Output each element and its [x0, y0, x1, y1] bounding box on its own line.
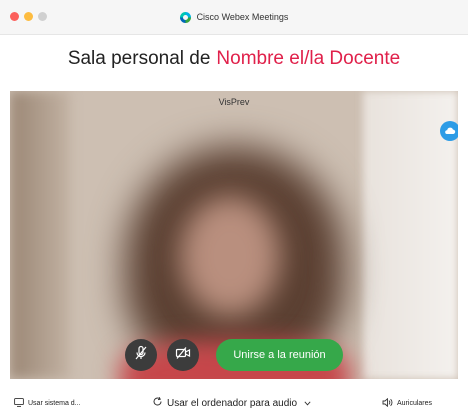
- system-video-label: Usar sistema d...: [28, 400, 81, 407]
- app-title-text: Cisco Webex Meetings: [196, 12, 289, 22]
- bottom-toolbar: Usar sistema d... Usar el ordenador para…: [0, 388, 468, 419]
- chevron-down-icon: [304, 399, 311, 408]
- system-video-button[interactable]: Usar sistema d...: [14, 398, 81, 409]
- video-preview: VisPrev Unirse a la reunión: [10, 91, 458, 379]
- audio-refresh-icon: [152, 396, 163, 410]
- cloud-icon[interactable]: [440, 121, 458, 141]
- video-off-icon: [175, 346, 191, 365]
- window-title: Cisco Webex Meetings: [0, 0, 468, 34]
- audio-connection-label: Usar el ordenador para audio: [167, 397, 298, 409]
- mic-muted-icon: [134, 345, 148, 366]
- speaker-button[interactable]: Auriculares: [382, 397, 433, 409]
- mute-button[interactable]: [125, 339, 157, 371]
- room-title: Sala personal de Nombre el/la Docente: [0, 48, 468, 70]
- room-owner-name: Nombre el/la Docente: [216, 48, 401, 69]
- video-toggle-button[interactable]: [167, 339, 199, 371]
- title-bar: Cisco Webex Meetings: [0, 0, 468, 35]
- webex-logo-icon: [179, 11, 191, 23]
- room-title-prefix: Sala personal de: [67, 48, 211, 69]
- join-meeting-button[interactable]: Unirse a la reunión: [216, 339, 343, 371]
- screen-share-icon: [14, 398, 24, 409]
- preview-label: VisPrev: [218, 97, 250, 107]
- speaker-icon: [382, 397, 393, 409]
- audio-connection-select[interactable]: Usar el ordenador para audio: [152, 396, 311, 410]
- speaker-label: Auriculares: [397, 400, 433, 407]
